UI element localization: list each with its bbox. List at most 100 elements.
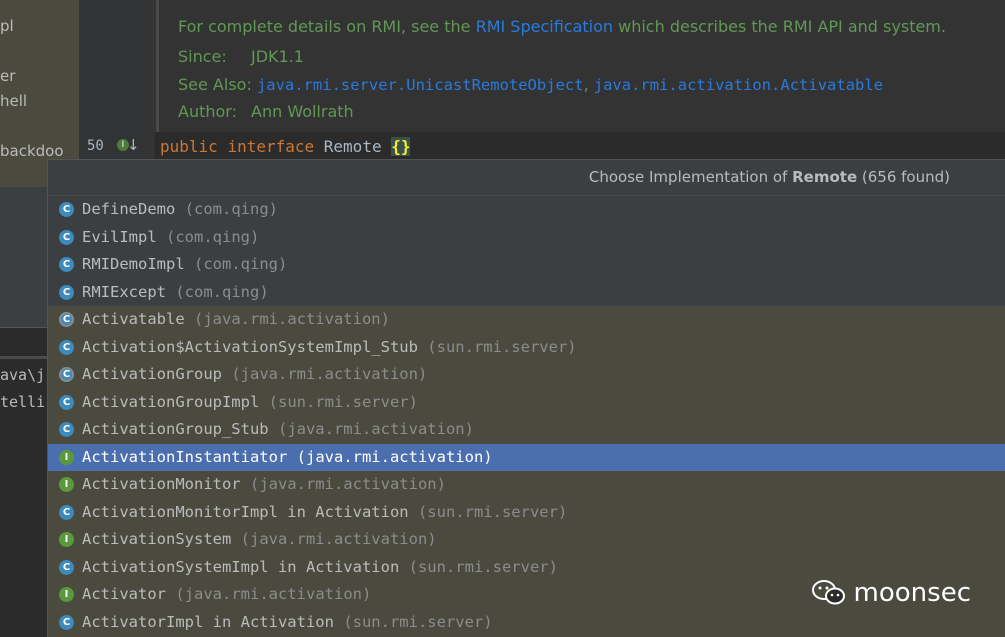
package-name: (java.rmi.activation): [277, 420, 474, 438]
implementation-name: RMIDemoImpl (com.qing): [82, 255, 287, 273]
class-name: ActivationSystem: [82, 530, 232, 548]
implementation-row[interactable]: C Activation$ActivationSystemImpl_Stub (s…: [48, 334, 1005, 362]
class-name: ActivationInstantiator: [82, 447, 288, 466]
package-name: (sun.rmi.server): [427, 337, 577, 356]
implementation-name: ActivationMonitorImpl in Activation (sun…: [82, 503, 567, 521]
implementation-row[interactable]: C RMIDemoImpl (com.qing): [48, 251, 1005, 279]
implementation-name: ActivationSystemImpl in Activation (sun.…: [82, 558, 558, 576]
implementation-name: ActivationGroupImpl (sun.rmi.server): [82, 393, 418, 411]
package-name: (com.qing): [184, 200, 278, 218]
interface-name: Remote: [323, 137, 382, 156]
javadoc-author: Author: Ann Wollrath: [178, 102, 354, 121]
implementation-row[interactable]: C ActivationSystemImpl in Activation (sun…: [48, 554, 1005, 582]
implementation-row[interactable]: I ActivationInstantiator (java.rmi.activa…: [48, 443, 1005, 471]
class-name: EvilImpl: [82, 227, 157, 246]
watermark-text: moonsec: [853, 578, 971, 608]
see-also-label: See Also:: [178, 75, 252, 94]
class-name: RMIDemoImpl: [82, 255, 185, 273]
title-count: (656 found): [857, 168, 950, 186]
class-icon: C: [59, 394, 74, 410]
class-icon: C: [59, 559, 74, 575]
class-icon: C: [59, 284, 74, 300]
implementation-row[interactable]: C EvilImpl (com.qing): [48, 223, 1005, 251]
javadoc-description: For complete details on RMI, see the RMI…: [178, 17, 946, 36]
title-prefix: Choose Implementation of: [588, 168, 793, 186]
implementation-row[interactable]: C RMIExcept (com.qing): [48, 278, 1005, 306]
package-name: (com.qing): [166, 227, 260, 246]
title-target: Remote: [792, 168, 858, 186]
popup-title: Choose Implementation of Remote (656 fou…: [589, 168, 950, 186]
class-icon: C: [59, 614, 74, 630]
wechat-icon: [811, 580, 846, 606]
code-line[interactable]: public interface Remote {}: [160, 137, 411, 156]
implementation-name: ActivationSystem (java.rmi.activation): [82, 530, 437, 548]
keyword: public: [160, 137, 218, 156]
project-item[interactable]: backdoo: [0, 142, 64, 160]
author-value: Ann Wollrath: [251, 102, 354, 121]
class-name: RMIExcept: [82, 282, 166, 301]
implementation-name: EvilImpl (com.qing): [82, 228, 259, 246]
popup-header: Choose Implementation of Remote (656 fou…: [48, 160, 1005, 195]
implementation-name: Activation$ActivationSystemImpl_Stub (su…: [82, 338, 577, 356]
implementation-name: ActivationGroup_Stub (java.rmi.activatio…: [82, 420, 474, 438]
javadoc-see-also: See Also: java.rmi.server.UnicastRemoteO…: [178, 75, 883, 94]
implementation-row[interactable]: I ActivationSystem (java.rmi.activation): [48, 526, 1005, 554]
package-name: (java.rmi.activation): [296, 447, 493, 466]
class-name: Activation$ActivationSystemImpl_Stub: [82, 337, 418, 356]
implementation-row[interactable]: C ActivatorImpl in Activation (sun.rmi.se…: [48, 609, 1005, 637]
implementation-row[interactable]: C ActivationGroup (java.rmi.activation): [48, 361, 1005, 389]
class-name: DefineDemo: [82, 200, 176, 218]
keyword: interface: [227, 137, 315, 156]
package-name: (java.rmi.activation): [240, 530, 437, 548]
package-name: (sun.rmi.server): [268, 392, 418, 411]
interface-icon: I: [59, 532, 74, 547]
implementation-name: RMIExcept (com.qing): [82, 283, 269, 301]
package-name: (com.qing): [175, 282, 269, 301]
interface-icon: I: [59, 587, 74, 602]
package-name: (com.qing): [194, 255, 288, 273]
class-icon: C: [59, 504, 74, 520]
doc-text: which describes the RMI API and system.: [613, 17, 946, 36]
implementation-row[interactable]: I ActivationMonitor (java.rmi.activation): [48, 471, 1005, 499]
rmi-spec-link[interactable]: RMI Specification: [476, 17, 613, 36]
class-name: ActivationMonitor: [82, 475, 241, 493]
line-number: 50: [87, 138, 104, 154]
implementation-row[interactable]: C ActivationGroupImpl (sun.rmi.server): [48, 389, 1005, 417]
package-name: (java.rmi.activation): [231, 365, 428, 383]
implementation-name: Activator (java.rmi.activation): [82, 585, 371, 603]
see-also-link[interactable]: java.rmi.activation.Activatable: [594, 76, 883, 94]
interface-icon: I: [59, 449, 74, 465]
implementation-row[interactable]: C ActivationGroup_Stub (java.rmi.activati…: [48, 416, 1005, 444]
project-item[interactable]: hell: [0, 92, 27, 110]
implementation-name: Activatable (java.rmi.activation): [82, 310, 390, 328]
abstract-class-icon: C: [59, 367, 74, 382]
editor-gutter: [79, 0, 154, 160]
class-name: ActivationGroupImpl: [82, 392, 260, 411]
implementation-row[interactable]: C ActivationMonitorImpl in Activation (su…: [48, 499, 1005, 527]
class-icon: C: [59, 339, 74, 355]
choose-implementation-popup: Choose Implementation of Remote (656 fou…: [47, 159, 1005, 637]
project-item[interactable]: pl: [0, 17, 14, 35]
package-name: (java.rmi.activation): [194, 310, 390, 328]
interface-icon: I: [59, 477, 74, 492]
class-name: Activator: [82, 585, 166, 603]
see-also-separator: ,: [583, 75, 589, 94]
javadoc-since: Since: JDK1.1: [178, 47, 304, 66]
implementation-row[interactable]: C DefineDemo (com.qing): [48, 196, 1005, 224]
implementation-name: ActivationInstantiator (java.rmi.activat…: [82, 448, 493, 466]
see-also-link[interactable]: java.rmi.server.UnicastRemoteObject: [257, 76, 584, 94]
class-name: ActivationGroup_Stub: [82, 420, 269, 438]
class-name: ActivationSystemImpl in Activation: [82, 557, 400, 576]
implementation-name: ActivatorImpl in Activation (sun.rmi.ser…: [82, 613, 493, 631]
watermark: moonsec: [811, 578, 971, 608]
implementation-name: ActivationGroup (java.rmi.activation): [82, 365, 427, 383]
implementation-name: ActivationMonitor (java.rmi.activation): [82, 475, 446, 493]
class-icon: C: [59, 229, 74, 245]
class-icon: C: [59, 202, 74, 217]
implementation-row[interactable]: C Activatable (java.rmi.activation): [48, 306, 1005, 334]
down-arrow-icon[interactable]: ↓: [127, 136, 140, 154]
package-name: (sun.rmi.server): [408, 557, 558, 576]
project-item[interactable]: er: [0, 67, 15, 85]
author-label: Author:: [178, 102, 237, 121]
implementation-name: DefineDemo (com.qing): [82, 200, 278, 218]
